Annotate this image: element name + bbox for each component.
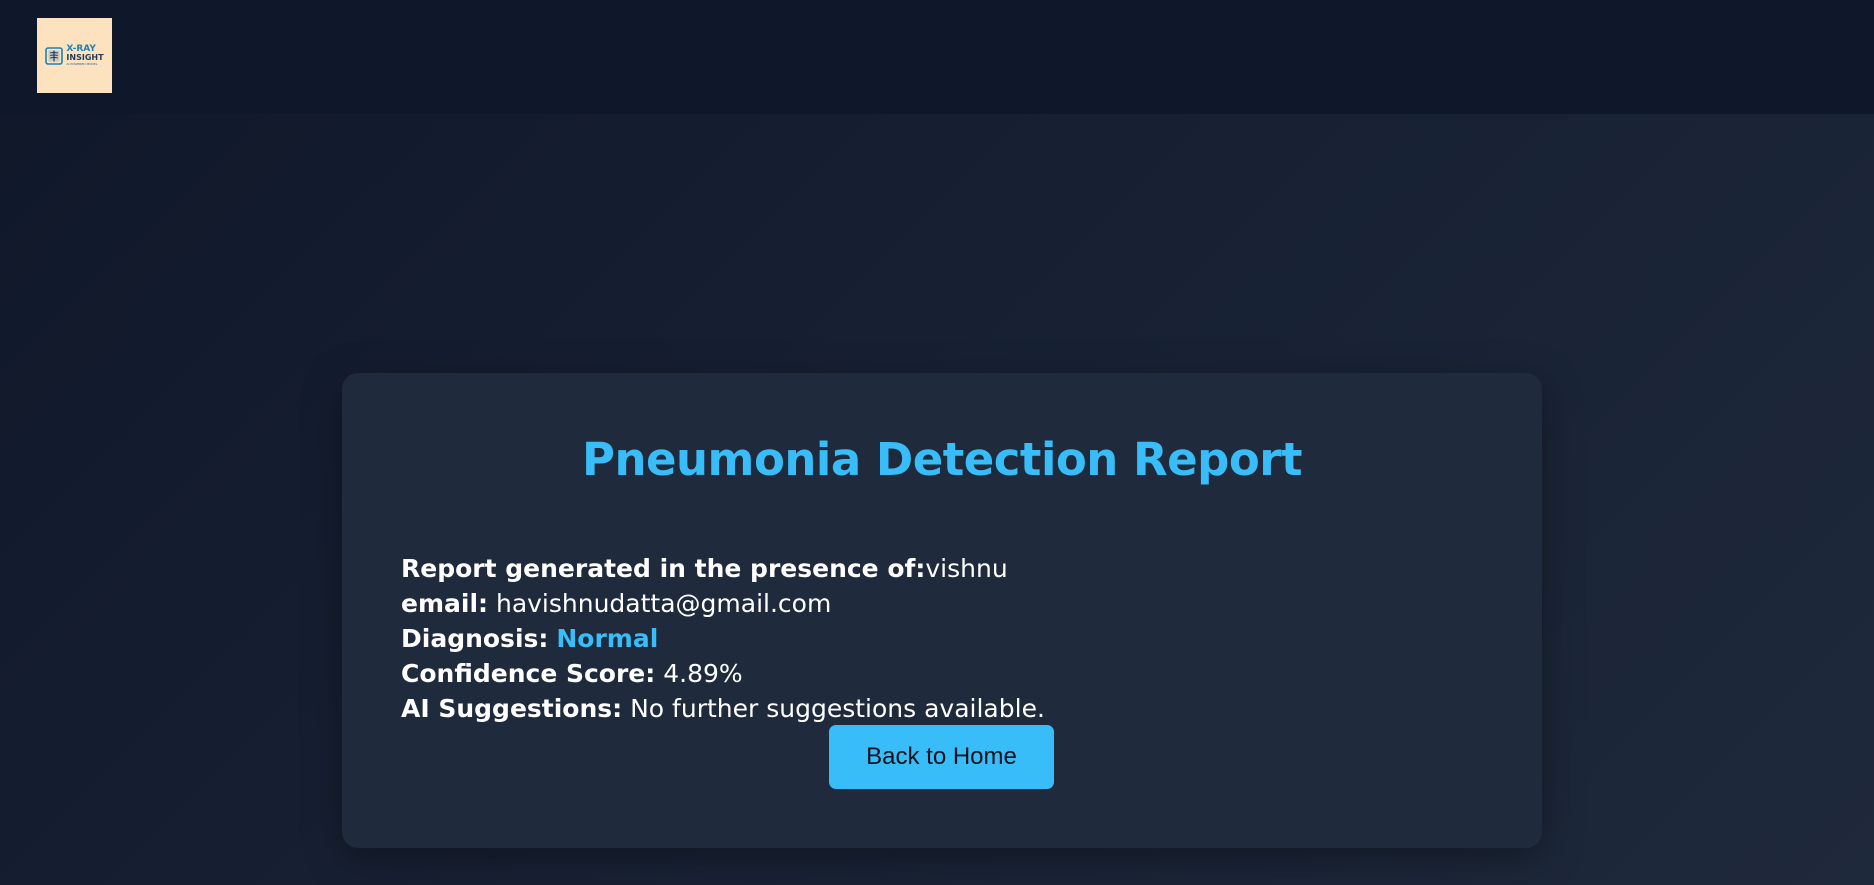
suggestions-value: No further suggestions available. [630, 694, 1045, 723]
report-card: Pneumonia Detection Report Report genera… [342, 373, 1542, 848]
diagnosis-value: Normal [556, 624, 659, 653]
diagnosis-label: Diagnosis: [401, 624, 549, 653]
confidence-row: Confidence Score: 4.89% [401, 656, 1481, 691]
diagnosis-row: Diagnosis: Normal [401, 621, 1481, 656]
presence-label: Report generated in the presence of: [401, 554, 926, 583]
logo-content: X-RAY INSIGHT AI POWERED MODEL [45, 45, 104, 66]
suggestions-row: AI Suggestions: No further suggestions a… [401, 691, 1481, 726]
xray-chest-icon [45, 46, 64, 65]
suggestions-label: AI Suggestions: [401, 694, 623, 723]
logo-tagline: AI POWERED MODEL [66, 62, 98, 66]
confidence-label: Confidence Score: [401, 659, 656, 688]
email-value: havishnudatta@gmail.com [495, 589, 832, 618]
presence-row: Report generated in the presence of:vish… [401, 551, 1481, 586]
presence-value: vishnu [925, 554, 1008, 583]
report-details: Report generated in the presence of:vish… [401, 551, 1481, 726]
report-title: Pneumonia Detection Report [581, 433, 1303, 486]
top-navbar: X-RAY INSIGHT AI POWERED MODEL [0, 0, 1874, 114]
back-to-home-button[interactable]: Back to Home [829, 725, 1054, 789]
email-label: email: [401, 589, 489, 618]
logo[interactable]: X-RAY INSIGHT AI POWERED MODEL [37, 18, 112, 93]
page: X-RAY INSIGHT AI POWERED MODEL Pneumonia… [0, 0, 1874, 885]
email-row: email: havishnudatta@gmail.com [401, 586, 1481, 621]
confidence-value: 4.89% [663, 659, 743, 688]
logo-title-line2: INSIGHT [66, 53, 104, 62]
